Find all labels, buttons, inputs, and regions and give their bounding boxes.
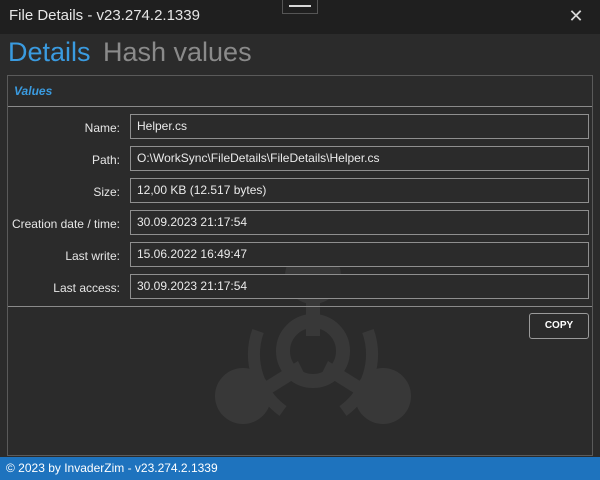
- biohazard-watermark-icon: [215, 248, 411, 424]
- close-button[interactable]: ✕: [560, 3, 592, 29]
- creation-date-field[interactable]: 30.09.2023 21:17:54: [130, 210, 589, 235]
- path-field[interactable]: O:\WorkSync\FileDetails\FileDetails\Help…: [130, 146, 589, 171]
- path-label: Path:: [91, 153, 120, 167]
- last-write-field[interactable]: 15.06.2022 16:49:47: [130, 242, 589, 267]
- creation-date-label: Creation date / time:: [11, 217, 120, 231]
- size-field[interactable]: 12,00 KB (12.517 bytes): [130, 178, 589, 203]
- title-bar[interactable]: File Details - v23.274.2.1339 ✕: [0, 0, 600, 34]
- fields-divider: [8, 306, 592, 307]
- name-field[interactable]: Helper.cs: [130, 114, 589, 139]
- size-label: Size:: [93, 185, 120, 199]
- section-title: Values: [14, 84, 53, 98]
- tab-details[interactable]: Details: [8, 36, 91, 68]
- status-bar: © 2023 by InvaderZim - v23.274.2.1339: [0, 457, 600, 480]
- details-panel: Values Name: Helper.cs Path: O:\WorkSync…: [7, 75, 593, 456]
- window-title: File Details - v23.274.2.1339: [9, 7, 200, 24]
- copy-button[interactable]: COPY: [529, 313, 589, 339]
- section-divider: [8, 106, 592, 107]
- tab-strip: Details Hash values: [8, 36, 260, 72]
- status-text: © 2023 by InvaderZim - v23.274.2.1339: [6, 461, 218, 475]
- tab-hash-values[interactable]: Hash values: [103, 36, 252, 68]
- drag-handle-icon: [289, 5, 311, 7]
- name-label: Name:: [84, 121, 120, 135]
- last-access-field[interactable]: 30.09.2023 21:17:54: [130, 274, 589, 299]
- drag-handle[interactable]: [282, 0, 318, 14]
- last-access-label: Last access:: [53, 281, 120, 295]
- last-write-label: Last write:: [65, 249, 120, 263]
